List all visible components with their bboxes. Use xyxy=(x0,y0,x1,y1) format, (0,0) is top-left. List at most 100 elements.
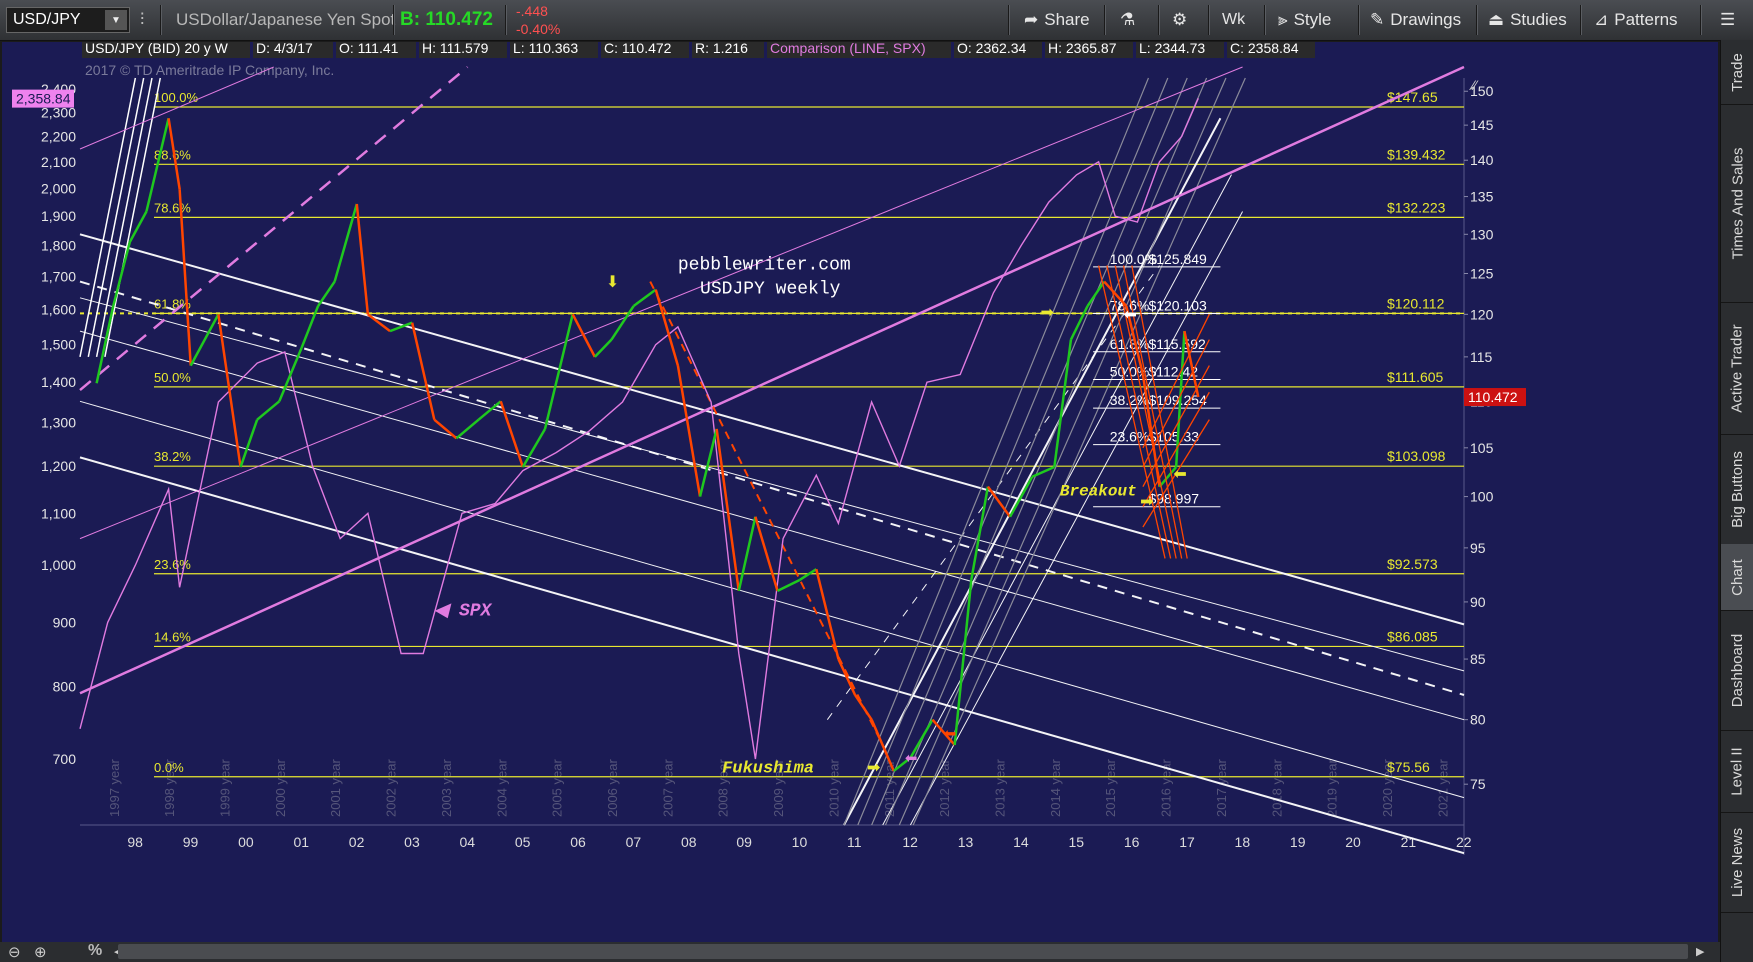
year-label: 2003 year xyxy=(439,759,454,817)
right-axis-panel xyxy=(1464,42,1718,942)
year-label: 2019 year xyxy=(1325,759,1340,817)
tab-level-ii[interactable]: Level II xyxy=(1721,730,1753,813)
chart-canvas[interactable]: USD/JPY (BID) 20 y W D: 4/3/17 O: 111.41 H:… xyxy=(2,42,1718,942)
left-tick-label: 1,300 xyxy=(41,415,76,431)
inner-fib-price: $125.849 xyxy=(1148,251,1207,267)
divider xyxy=(1358,5,1360,35)
symbol-selector[interactable]: USD/JPY ▼ xyxy=(6,7,130,33)
year-label: 2007 year xyxy=(660,759,675,817)
left-tick-label: 1,200 xyxy=(41,458,76,474)
year-label: 2010 year xyxy=(826,759,841,817)
right-tick-label: 75 xyxy=(1470,776,1486,792)
drawings-button[interactable]: ✎ Drawings xyxy=(1370,0,1461,40)
x-tick-label: 02 xyxy=(349,834,365,850)
symbol-description: USDollar/Japanese Yen Spot xyxy=(176,10,396,29)
share-icon: ➦ xyxy=(1024,10,1039,29)
divider xyxy=(1008,5,1010,35)
bid-price: B: 110.472 xyxy=(400,9,493,30)
x-tick-label: 09 xyxy=(736,834,752,850)
patterns-button[interactable]: ⊿ Patterns xyxy=(1594,0,1678,40)
header-field: R: 1.216 xyxy=(695,42,748,56)
fib-level-price: $111.605 xyxy=(1387,369,1444,385)
flask-button[interactable]: ⚗ xyxy=(1120,0,1135,40)
annotation-breakout: Breakout xyxy=(1060,483,1137,501)
left-tick-label: 1,500 xyxy=(41,337,76,353)
tab-chart[interactable]: Chart xyxy=(1721,544,1753,611)
right-tick-label: 85 xyxy=(1470,651,1486,667)
style-button[interactable]: ⫸ Style xyxy=(1278,0,1331,40)
fib-level-pct: 14.6% xyxy=(154,629,191,644)
tab-big-buttons[interactable]: Big Buttons xyxy=(1721,434,1753,545)
percent-icon[interactable]: % xyxy=(88,942,102,960)
x-tick-label: 98 xyxy=(127,834,143,850)
fib-level-price: $139.432 xyxy=(1387,146,1446,162)
gear-icon: ⚙ xyxy=(1172,10,1188,29)
right-tick-label: 105 xyxy=(1470,440,1494,456)
link-icon[interactable]: ⫶ xyxy=(140,0,144,40)
header-field: C: 110.472 xyxy=(604,42,672,56)
share-button[interactable]: ➦ Share xyxy=(1024,0,1090,40)
chart-scrollbar[interactable] xyxy=(118,944,1688,959)
studies-button[interactable]: ⏏ Studies xyxy=(1488,0,1567,40)
net-change: -.448 xyxy=(516,3,548,19)
symbol-text: USD/JPY xyxy=(13,11,81,28)
net-change-pct: -0.40% xyxy=(516,21,561,37)
toolbar: USD/JPY ▼ ⫶ USDollar/Japanese Yen Spot B… xyxy=(0,0,1753,41)
left-tick-label: 2,000 xyxy=(41,180,76,196)
period-button[interactable]: Wk xyxy=(1222,0,1245,40)
divider xyxy=(1264,5,1266,35)
x-tick-label: 00 xyxy=(238,834,254,850)
year-label: 2014 year xyxy=(1048,759,1063,817)
arrow-right-icon: ➡ xyxy=(1040,305,1053,322)
header-field: D: 4/3/17 xyxy=(256,42,313,56)
tab-dashboard[interactable]: Dashboard xyxy=(1721,610,1753,731)
x-tick-label: 17 xyxy=(1179,834,1195,850)
divider xyxy=(1208,5,1210,35)
header-field: L: 2344.73 xyxy=(1139,42,1205,56)
zoom-out-icon[interactable]: ⊖ xyxy=(8,943,21,961)
tab-trade[interactable]: Trade xyxy=(1721,40,1753,105)
right-tick-label: 90 xyxy=(1470,594,1486,610)
header-field: USD/JPY (BID) 20 y W xyxy=(85,42,229,56)
tab-times-and-sales[interactable]: Times And Sales xyxy=(1721,104,1753,303)
chevron-down-icon[interactable]: ▼ xyxy=(105,10,127,30)
right-tick-label: 125 xyxy=(1470,266,1494,282)
arrow-down-icon: ⬇ xyxy=(606,274,619,291)
arrow-left-icon: ⬅ xyxy=(1124,306,1137,323)
left-tick-label: 2,200 xyxy=(41,129,76,145)
year-label: 2000 year xyxy=(273,759,288,817)
plot-background xyxy=(80,78,1464,825)
fib-level-pct: 50.0% xyxy=(154,370,191,385)
scroll-right-icon[interactable]: ▶ xyxy=(1696,945,1704,958)
year-label: 1997 year xyxy=(107,759,122,817)
arrow-left-icon: ⬅ xyxy=(905,750,918,767)
arrow-left-icon: ⬅ xyxy=(1173,466,1186,483)
x-tick-label: 22 xyxy=(1456,834,1472,850)
divider xyxy=(1476,5,1478,35)
left-tick-label: 1,100 xyxy=(41,505,76,521)
zoom-in-icon[interactable]: ⊕ xyxy=(34,943,47,961)
settings-button[interactable]: ⚙ xyxy=(1172,0,1187,40)
annotation-fukushima: Fukushima xyxy=(722,759,814,778)
spx-price-badge-text: 2,358.84 xyxy=(16,91,71,107)
chart-area[interactable]: USD/JPY (BID) 20 y W D: 4/3/17 O: 111.41 H:… xyxy=(2,42,1718,942)
arrow-left-icon: ⬅ xyxy=(944,726,957,743)
tab-active-trader[interactable]: Active Trader xyxy=(1721,302,1753,435)
x-tick-label: 18 xyxy=(1235,834,1251,850)
left-tick-label: 2,100 xyxy=(41,154,76,170)
menu-button[interactable]: ☰ xyxy=(1720,0,1735,40)
left-tick-label: 1,800 xyxy=(41,238,76,254)
right-tick-label: 140 xyxy=(1470,152,1494,168)
right-side-tabs: Trade Times And Sales Active Trader Big … xyxy=(1720,40,1753,962)
left-tick-label: 1,600 xyxy=(41,302,76,318)
divider xyxy=(1158,5,1160,35)
year-label: 2011 year xyxy=(882,759,897,817)
pencil-icon: ✎ xyxy=(1370,10,1385,29)
divider xyxy=(505,5,507,35)
x-tick-label: 03 xyxy=(404,834,420,850)
tab-live-news[interactable]: Live News xyxy=(1721,812,1753,913)
x-tick-label: 07 xyxy=(626,834,642,850)
header-field: O: 111.41 xyxy=(339,42,399,56)
header-field: H: 111.579 xyxy=(422,42,489,56)
divider xyxy=(160,5,162,35)
